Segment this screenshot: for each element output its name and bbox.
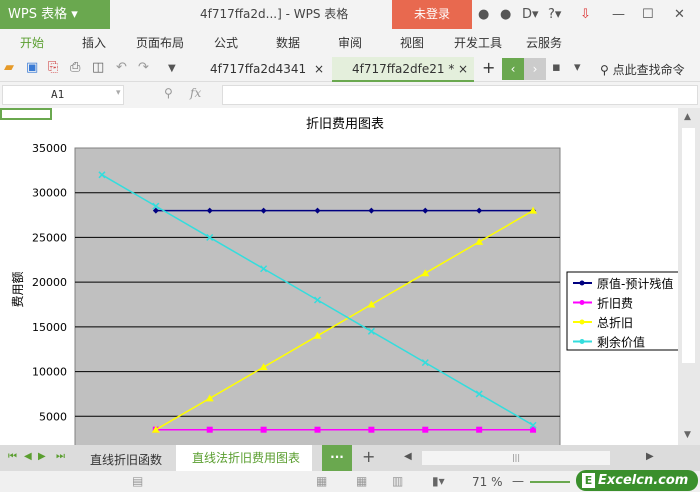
name-box[interactable]: A1 (2, 85, 124, 105)
save-icon[interactable]: ▣ (26, 60, 38, 75)
skin-icon[interactable]: ● (478, 7, 489, 22)
more-sheets-button[interactable]: ··· (322, 445, 352, 471)
legend-marker (579, 280, 585, 286)
data-point (368, 426, 375, 433)
legend-label: 剩余价值 (597, 335, 645, 350)
vertical-scrollbar[interactable]: ▲ ▼ (678, 108, 700, 445)
next-tab-button[interactable]: › (524, 58, 546, 80)
sheet-tab-1[interactable]: 直线折旧函数 (90, 451, 162, 468)
watermark-text: Excelcn.com (598, 473, 689, 488)
tab-menu-icon[interactable]: ▾ (574, 60, 581, 75)
print-preview-icon[interactable]: ◫ (92, 60, 104, 75)
login-button[interactable]: 未登录 (392, 0, 472, 29)
y-tick-label: 15000 (32, 321, 67, 334)
scroll-down-icon[interactable]: ▼ (684, 430, 691, 440)
settings-icon[interactable]: ● (500, 7, 511, 22)
menu-formula[interactable]: 公式 (214, 29, 238, 57)
y-tick-label: 25000 (32, 231, 67, 244)
open-icon[interactable]: ▰ (4, 60, 14, 75)
zoom-slider[interactable] (530, 481, 570, 483)
legend-marker (579, 339, 585, 344)
watermark-e-icon: E (582, 473, 595, 488)
export-pdf-icon[interactable]: ⎘ (48, 60, 58, 75)
eye-protection-icon[interactable]: ▮▾ (432, 474, 445, 488)
normal-view-icon[interactable]: ▦ (316, 474, 327, 488)
scroll-thumb[interactable] (682, 128, 695, 363)
menu-cloud[interactable]: 云服务 (526, 29, 562, 57)
more-tools-icon[interactable]: ▼ (168, 63, 176, 74)
minimize-icon[interactable]: — (612, 7, 625, 22)
redo-icon[interactable]: ↷ (138, 60, 149, 75)
help-icon[interactable]: ?▾ (548, 7, 561, 22)
page-layout-view-icon[interactable]: ▥ (392, 474, 403, 488)
chart[interactable]: 折旧费用图表 5000 10000 15000 20000 25000 30000 35000… (0, 108, 678, 445)
close-tab-icon[interactable]: × (458, 57, 468, 82)
present-icon[interactable]: ▪ (552, 60, 561, 75)
chart-title: 折旧费用图表 (306, 117, 384, 132)
data-point (206, 426, 213, 433)
menu-layout[interactable]: 页面布局 (136, 29, 184, 57)
data-point (314, 426, 321, 433)
zoom-out-icon[interactable]: — (512, 474, 524, 488)
fx-icon[interactable]: fx (190, 86, 201, 100)
name-box-dropdown-icon[interactable]: ▾ (116, 88, 121, 98)
doc-tab-1[interactable]: 4f717ffa2d4341 × (190, 57, 330, 82)
scroll-up-icon[interactable]: ▲ (684, 112, 691, 122)
download-icon[interactable]: ⇩ (580, 7, 591, 22)
new-tab-icon[interactable]: + (482, 58, 495, 77)
y-tick-label: 5000 (39, 410, 67, 423)
hscroll-left-icon[interactable]: ◀ (404, 451, 412, 462)
undo-icon[interactable]: ↶ (116, 60, 127, 75)
menu-home[interactable]: 开始 (20, 29, 44, 57)
command-search[interactable]: ⚲ 点此查找命令 (600, 61, 685, 78)
wps-menu-button[interactable]: WPS 表格 ▾ (0, 0, 110, 29)
sheet-list-icon[interactable]: ▤ (132, 474, 143, 488)
legend-label: 折旧费 (597, 296, 633, 311)
data-point (476, 426, 483, 433)
first-sheet-icon[interactable]: ⏮ (8, 451, 17, 462)
doc-tab-2[interactable]: 4f717ffa2dfe21 * × (332, 57, 474, 82)
data-point (260, 426, 267, 433)
zoom-level[interactable]: 71 % (472, 475, 503, 489)
formula-input[interactable] (222, 85, 698, 105)
watermark-logo: E Excelcn.com (576, 470, 698, 491)
menu-view[interactable]: 视图 (400, 29, 424, 57)
menu-data[interactable]: 数据 (276, 29, 300, 57)
legend-marker (579, 300, 585, 305)
horizontal-scrollbar[interactable]: ||| (422, 451, 610, 465)
app-logo: WPS 表格 (8, 7, 68, 22)
share-icon[interactable]: D▾ (522, 7, 539, 22)
close-tab-icon[interactable]: × (314, 57, 324, 82)
next-sheet-icon[interactable]: ▶ (38, 451, 46, 462)
menu-insert[interactable]: 插入 (82, 29, 106, 57)
prev-tab-button[interactable]: ‹ (502, 58, 524, 80)
sheet-tab-2[interactable]: 直线法折旧费用图表 (176, 445, 312, 471)
zoom-formula-icon[interactable]: ⚲ (164, 86, 173, 100)
y-tick-label: 30000 (32, 187, 67, 200)
add-sheet-icon[interactable]: + (362, 447, 375, 466)
legend-label: 原值-预计残值 (597, 276, 673, 291)
menu-developer[interactable]: 开发工具 (454, 29, 502, 57)
window-title: 4f717ffa2d...] - WPS 表格 (200, 7, 349, 21)
legend-marker (579, 319, 585, 325)
doc-tab-label: 4f717ffa2dfe21 * (352, 62, 455, 76)
last-sheet-icon[interactable]: ⏭ (56, 451, 65, 462)
legend-label: 总折旧 (597, 315, 633, 330)
prev-sheet-icon[interactable]: ◀ (24, 451, 32, 462)
maximize-icon[interactable]: ☐ (642, 7, 654, 22)
data-point (422, 426, 429, 433)
y-tick-label: 20000 (32, 276, 67, 289)
print-icon[interactable]: ⎙ (70, 60, 80, 75)
close-icon[interactable]: ✕ (674, 7, 685, 22)
y-tick-label: 10000 (32, 366, 67, 379)
hscroll-right-icon[interactable]: ▶ (646, 451, 654, 462)
worksheet[interactable]: 折旧费用图表 5000 10000 15000 20000 25000 30000 35000… (0, 108, 678, 445)
y-axis-label: 费用额 (11, 271, 25, 307)
page-break-view-icon[interactable]: ▦ (356, 474, 367, 488)
command-search-label: 点此查找命令 (612, 63, 685, 77)
doc-tab-label: 4f717ffa2d4341 (210, 62, 307, 76)
y-tick-label: 35000 (32, 142, 67, 155)
menu-review[interactable]: 审阅 (338, 29, 362, 57)
